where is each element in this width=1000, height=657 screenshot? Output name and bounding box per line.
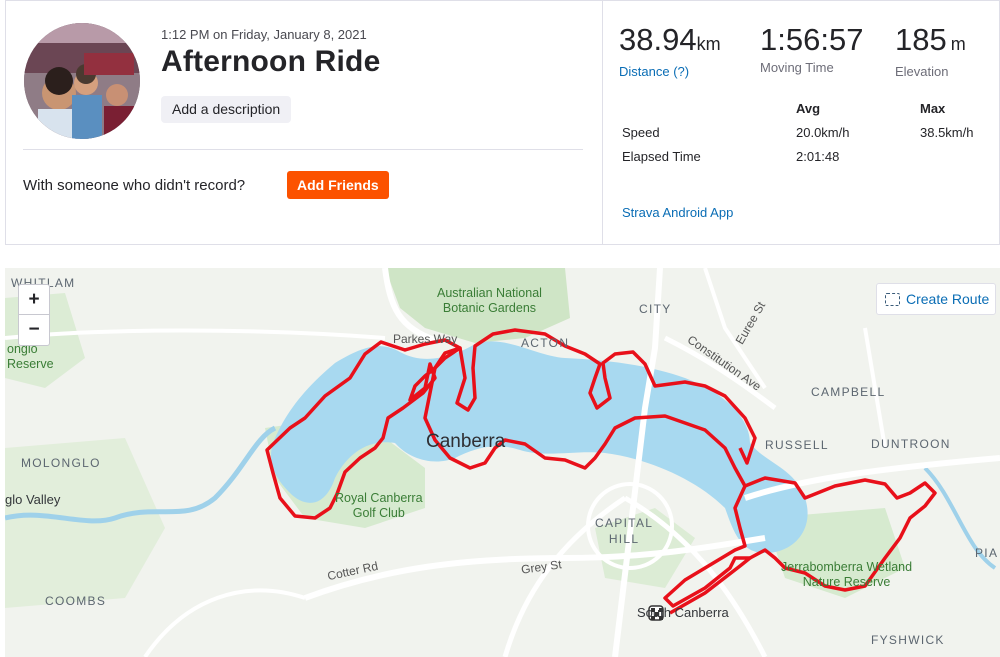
map-label-jerrabomberra: Jerrabomberra Wetland Nature Reserve [781,560,913,589]
distance-value: 38.94 [619,22,697,57]
zoom-controls: + − [18,284,50,346]
speed-avg: 20.0km/h [796,125,850,140]
map-label-city: CITY [639,302,672,316]
elapsed-time-avg: 2:01:48 [796,149,840,164]
elevation-label: Elevation [895,64,949,79]
athlete-avatar[interactable] [24,23,140,139]
device-link[interactable]: Strava Android App [622,205,733,220]
add-friends-button[interactable]: Add Friends [287,171,389,199]
map-label-coombs: COOMBS [45,594,107,608]
moving-time-label: Moving Time [760,60,834,75]
stat-distance: 38.94km Distance (?) [619,22,721,80]
zoom-out-button[interactable]: − [19,315,49,345]
row-label-speed: Speed [622,125,660,140]
map-label-acton: ACTON [521,336,570,350]
map-label-fyshwick: FYSHWICK [871,633,945,647]
map-label-pia: PIA [975,546,999,560]
map-label-molonglo-reserve: onglo Reserve [7,342,54,371]
table-header-max: Max [920,101,946,116]
map-label-south-canberra: South Canberra [637,605,729,620]
map-label-botanic-gardens: Australian National Botanic Gardens [437,286,542,315]
activity-datetime: 1:12 PM on Friday, January 8, 2021 [161,27,367,42]
map-label-capital-hill: CAPITAL HILL [595,516,654,546]
map-label-royal-canberra-golf-club: Royal Canberra Golf Club [335,491,423,520]
with-someone-text: With someone who didn't record? [23,177,246,194]
distance-unit: km [696,34,721,54]
stat-elevation: 185 m Elevation [895,22,966,80]
activity-header: 1:12 PM on Friday, January 8, 2021 After… [6,1,602,244]
zoom-in-button[interactable]: + [19,285,49,315]
speed-max: 38.5km/h [920,125,974,140]
elevation-unit: m [950,34,966,54]
divider [23,149,583,150]
map-label-duntroon: DUNTROON [871,437,951,451]
map-label-campbell: CAMPBELL [811,385,886,399]
route-map[interactable]: WHITLAM onglo Reserve Australian Nationa… [5,268,1000,657]
map-label-molonglo: MOLONGLO [21,456,101,470]
table-header-avg: Avg [796,101,821,116]
map-label-parkes-way: Parkes Way [393,332,458,346]
stat-moving-time: 1:56:57 Moving Time [760,22,864,76]
activity-title: Afternoon Ride [161,45,381,78]
elevation-value: 185 [895,22,947,57]
create-route-icon [885,293,900,306]
map-canvas[interactable] [5,268,1000,657]
create-route-label: Create Route [906,291,990,307]
distance-label-link[interactable]: Distance (?) [619,64,721,79]
map-label-canberra: Canberra [426,431,506,452]
activity-stats: 38.94km Distance (?) 1:56:57 Moving Time… [602,1,999,244]
add-description-button[interactable]: Add a description [161,96,292,123]
create-route-button[interactable]: Create Route [876,283,996,315]
activity-summary-card: 1:12 PM on Friday, January 8, 2021 After… [5,0,1000,245]
map-label-russell: RUSSELL [765,438,829,452]
row-label-elapsed-time: Elapsed Time [622,149,701,164]
moving-time-value: 1:56:57 [760,22,864,57]
map-label-glo-valley: glo Valley [5,492,61,507]
